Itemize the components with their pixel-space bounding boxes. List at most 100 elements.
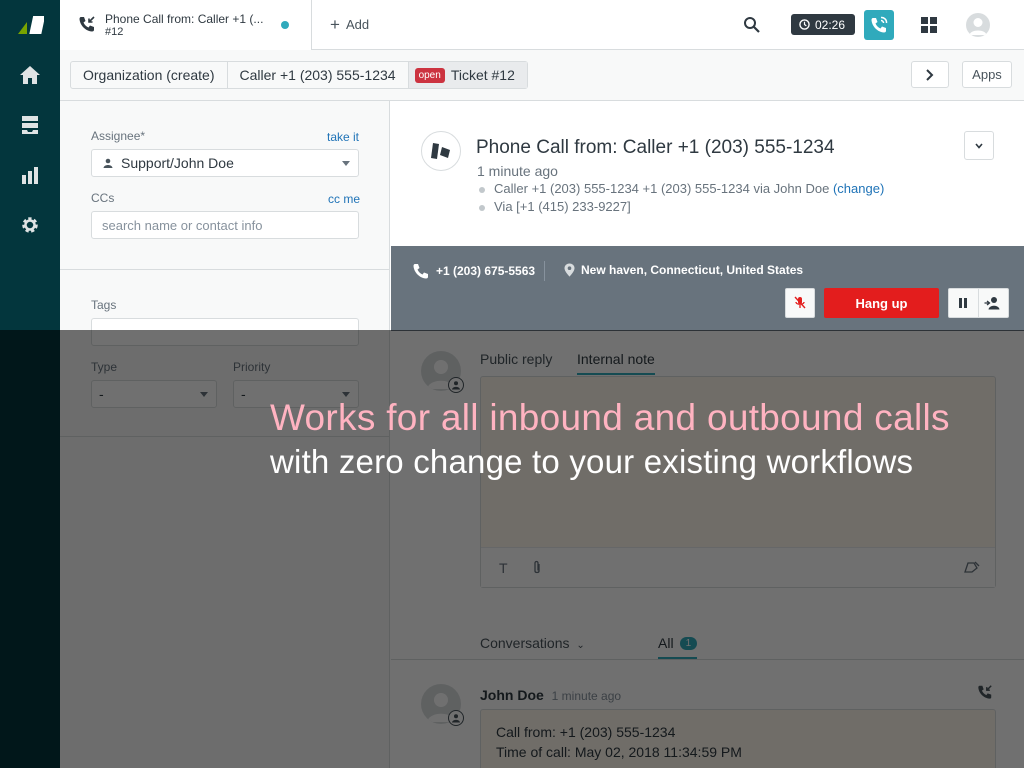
plus-icon: + [330,15,340,34]
assignee-label: Assignee* [91,129,146,143]
chevron-right-icon [925,68,935,81]
agent-badge-icon [448,377,464,393]
tab-ticket-number: #12 [105,26,124,38]
tab-status-dot [281,21,289,29]
breadcrumb-bar: Organization (create) Caller +1 (203) 55… [60,50,1024,101]
call-location: New haven, Connecticut, United States [564,263,803,277]
transfer-button[interactable] [979,289,1008,317]
call-number: +1 (203) 675-5563 [413,263,535,279]
promo-text: Works for all inbound and outbound calls… [270,396,1000,484]
phone-wave-icon [869,15,889,35]
take-it-link[interactable]: take it [327,130,359,144]
ccs-input[interactable]: search name or contact info [91,211,359,239]
panel-divider [60,269,390,270]
call-number-value: +1 (203) 675-5563 [436,264,536,278]
author-badge-icon [448,710,464,726]
zendesk-talk-icon [429,141,453,161]
breadcrumb-ticket[interactable]: open Ticket #12 [408,62,527,88]
comment-line-call-from: Call from: +1 (203) 555-1234 [496,724,676,740]
promo-subline: with zero change to your existing workfl… [270,443,914,480]
priority-label: Priority [233,360,271,374]
home-icon[interactable] [15,60,45,90]
comment-line-time-of-call: Time of call: May 02, 2018 11:34:59 PM [496,744,742,760]
call-timer[interactable]: 02:26 [791,14,855,35]
next-ticket-button[interactable] [911,61,949,88]
ticket-title: Phone Call from: Caller +1 (203) 555-123… [476,137,835,158]
bullet-icon [479,186,485,193]
type-label: Type [91,360,118,374]
ticket-options-button[interactable] [964,131,994,160]
phone-icon [413,263,429,279]
comment-author: John Doe 1 minute ago [480,687,621,703]
hang-up-button[interactable]: Hang up [824,288,939,318]
top-bar: Phone Call from: Caller +1 (... #12 + Ad… [60,0,1024,50]
zendesk-logo-icon[interactable] [16,12,44,36]
cc-me-link[interactable]: cc me [328,192,360,206]
product-tray-icon[interactable] [921,17,937,33]
ccs-label: CCs [91,191,115,205]
breadcrumb: Organization (create) Caller +1 (203) 55… [70,61,528,89]
chevron-down-icon: ⌄ [576,640,585,651]
ticket-header: Phone Call from: Caller +1 (203) 555-123… [391,101,1024,246]
comment-author-name: John Doe [480,687,544,703]
timer-value: 02:26 [815,17,846,32]
ticket-time: 1 minute ago [477,163,558,179]
promo-headline: Works for all inbound and outbound calls [270,397,950,438]
conversations-filter[interactable]: Conversations ⌄ [480,635,585,651]
requester-avatar[interactable] [421,131,461,171]
reporting-icon[interactable] [15,160,45,190]
views-icon[interactable] [15,110,45,140]
chevron-down-icon [200,392,208,397]
conversations-filter-label: Conversations [480,635,570,651]
call-controls [948,288,1009,318]
tab-public-reply[interactable]: Public reply [480,351,552,373]
all-label: All [658,635,674,651]
call-location-value: New haven, Connecticut, United States [581,263,804,277]
transfer-user-icon [984,296,1002,310]
chevron-down-icon [975,142,983,149]
breadcrumb-ticket-label: Ticket #12 [450,67,515,83]
talk-phone-button[interactable] [864,10,894,40]
pause-icon [958,297,968,309]
via-text: Via [+1 (415) 233-9227] [494,199,631,214]
conversation-divider [391,659,1024,660]
comment-time: 1 minute ago [551,689,622,703]
requester-text: Caller +1 (203) 555-1234 +1 (203) 555-12… [494,181,830,196]
paperclip-icon[interactable] [531,559,543,575]
bullet-icon [479,204,485,211]
assignee-select[interactable]: Support/John Doe [91,149,359,177]
ticket-requester-line: Caller +1 (203) 555-1234 +1 (203) 555-12… [479,181,884,196]
tab-internal-note[interactable]: Internal note [577,351,655,375]
breadcrumb-caller[interactable]: Caller +1 (203) 555-1234 [228,62,409,88]
clock-icon [799,19,810,30]
macro-apply-icon[interactable] [963,560,981,574]
chevron-down-icon [342,161,350,166]
search-icon[interactable] [743,16,761,34]
tab-all[interactable]: All 1 [658,635,698,659]
call-console: +1 (203) 675-5563 New haven, Connecticut… [391,246,1024,331]
ticket-tab[interactable]: Phone Call from: Caller +1 (... #12 [60,0,312,50]
text-format-icon[interactable]: T [499,560,508,576]
type-value: - [99,386,104,402]
assignee-value: Support/John Doe [121,155,234,171]
apps-button[interactable]: Apps [962,61,1012,88]
user-avatar[interactable] [966,13,990,37]
left-nav [0,0,60,768]
change-link[interactable]: (change) [833,181,884,196]
add-tab-button[interactable]: + Add [330,15,370,34]
admin-gear-icon[interactable] [15,210,45,240]
breadcrumb-organization[interactable]: Organization (create) [71,62,228,88]
all-count-badge: 1 [679,636,698,650]
tags-label: Tags [91,298,117,312]
incoming-call-icon [977,684,993,700]
mute-button[interactable] [785,288,815,318]
person-icon [103,158,113,168]
hold-button[interactable] [949,289,979,317]
add-label: Add [345,17,370,32]
comment-body: Call from: +1 (203) 555-1234 Time of cal… [480,709,996,768]
type-select[interactable]: - [91,380,217,408]
call-divider [544,261,545,281]
priority-value: - [241,386,246,402]
microphone-muted-icon [794,296,806,310]
tags-input[interactable] [91,318,359,346]
